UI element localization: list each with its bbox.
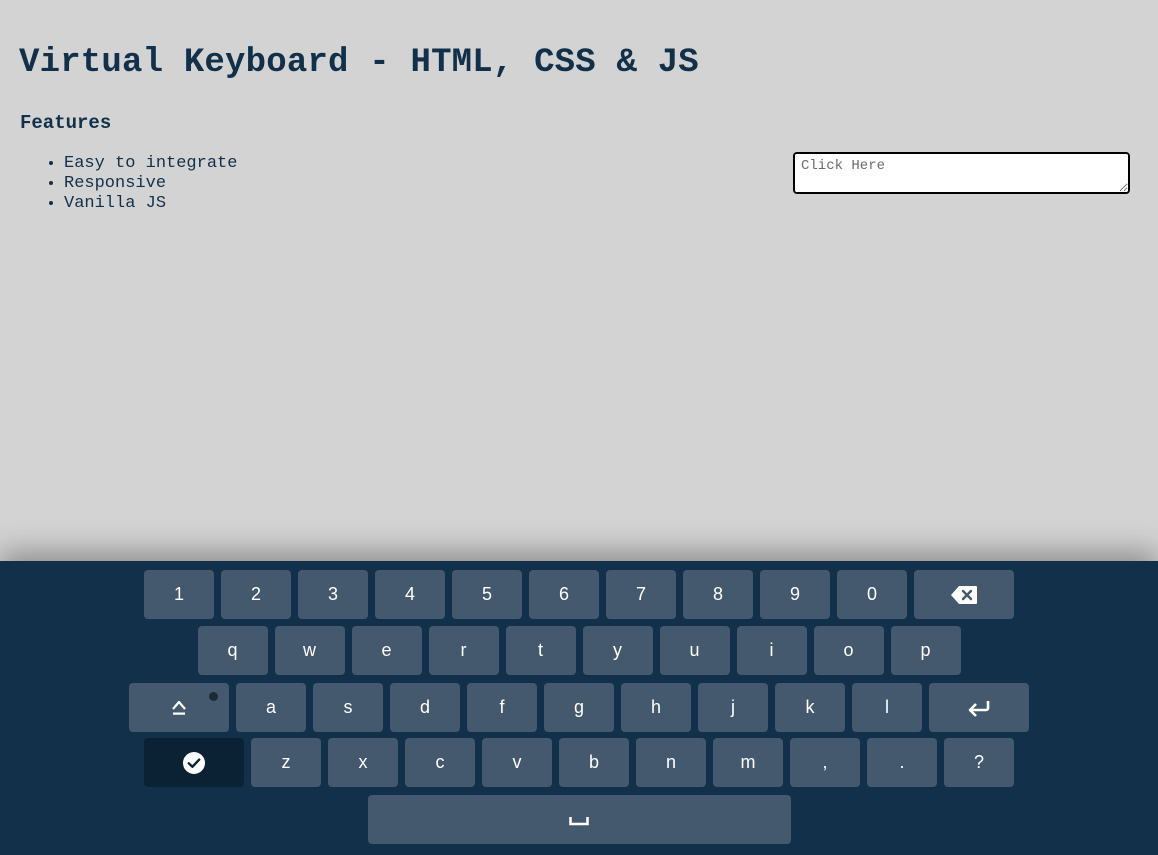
- key-h[interactable]: h: [621, 683, 691, 732]
- key-m[interactable]: m: [713, 738, 783, 787]
- key-period[interactable]: .: [867, 738, 937, 787]
- space-bar-icon: [569, 814, 589, 826]
- key-c[interactable]: c: [405, 738, 475, 787]
- virtual-keyboard: 1 2 3 4 5 6 7 8 9 0 q w e r t y u i o p: [0, 561, 1158, 855]
- key-7[interactable]: 7: [606, 570, 676, 619]
- key-g[interactable]: g: [544, 683, 614, 732]
- key-l[interactable]: l: [852, 683, 922, 732]
- keyboard-row-space: [0, 795, 1158, 844]
- key-4[interactable]: 4: [375, 570, 445, 619]
- key-e[interactable]: e: [351, 626, 422, 675]
- key-6[interactable]: 6: [529, 570, 599, 619]
- key-v[interactable]: v: [482, 738, 552, 787]
- keyboard-row-top-letters: q w e r t y u i o p: [0, 626, 1158, 675]
- enter-key[interactable]: [929, 683, 1029, 732]
- key-o[interactable]: o: [813, 626, 884, 675]
- key-1[interactable]: 1: [144, 570, 214, 619]
- key-y[interactable]: y: [582, 626, 653, 675]
- key-u[interactable]: u: [659, 626, 730, 675]
- caps-indicator: [209, 692, 218, 701]
- key-n[interactable]: n: [636, 738, 706, 787]
- key-s[interactable]: s: [313, 683, 383, 732]
- check-circle-icon: [182, 751, 206, 775]
- key-5[interactable]: 5: [452, 570, 522, 619]
- key-x[interactable]: x: [328, 738, 398, 787]
- features-list: Easy to integrate Responsive Vanilla JS: [24, 154, 237, 214]
- caps-lock-icon: [170, 699, 188, 717]
- key-3[interactable]: 3: [298, 570, 368, 619]
- backspace-icon: [950, 585, 978, 605]
- key-0[interactable]: 0: [837, 570, 907, 619]
- key-comma[interactable]: ,: [790, 738, 860, 787]
- keyboard-row-home-letters: a s d f g h j k l: [0, 683, 1158, 732]
- keyboard-input-textarea[interactable]: [793, 152, 1130, 194]
- keyboard-row-numbers: 1 2 3 4 5 6 7 8 9 0: [0, 570, 1158, 619]
- key-t[interactable]: t: [505, 626, 576, 675]
- key-p[interactable]: p: [890, 626, 961, 675]
- feature-item: Responsive: [64, 174, 237, 194]
- key-q[interactable]: q: [197, 626, 268, 675]
- key-b[interactable]: b: [559, 738, 629, 787]
- key-k[interactable]: k: [775, 683, 845, 732]
- feature-item: Easy to integrate: [64, 154, 237, 174]
- done-key[interactable]: [144, 738, 244, 787]
- enter-icon: [967, 699, 991, 717]
- backspace-key[interactable]: [914, 570, 1014, 619]
- features-heading: Features: [20, 112, 112, 134]
- page-title: Virtual Keyboard - HTML, CSS & JS: [19, 44, 699, 82]
- key-j[interactable]: j: [698, 683, 768, 732]
- keyboard-row-bottom-letters: z x c v b n m , . ?: [0, 738, 1158, 787]
- key-8[interactable]: 8: [683, 570, 753, 619]
- key-w[interactable]: w: [274, 626, 345, 675]
- key-f[interactable]: f: [467, 683, 537, 732]
- key-r[interactable]: r: [428, 626, 499, 675]
- key-9[interactable]: 9: [760, 570, 830, 619]
- caps-lock-key[interactable]: [129, 683, 229, 732]
- key-2[interactable]: 2: [221, 570, 291, 619]
- key-d[interactable]: d: [390, 683, 460, 732]
- key-a[interactable]: a: [236, 683, 306, 732]
- key-question[interactable]: ?: [944, 738, 1014, 787]
- key-z[interactable]: z: [251, 738, 321, 787]
- key-i[interactable]: i: [736, 626, 807, 675]
- space-key[interactable]: [367, 795, 791, 844]
- feature-item: Vanilla JS: [64, 194, 237, 214]
